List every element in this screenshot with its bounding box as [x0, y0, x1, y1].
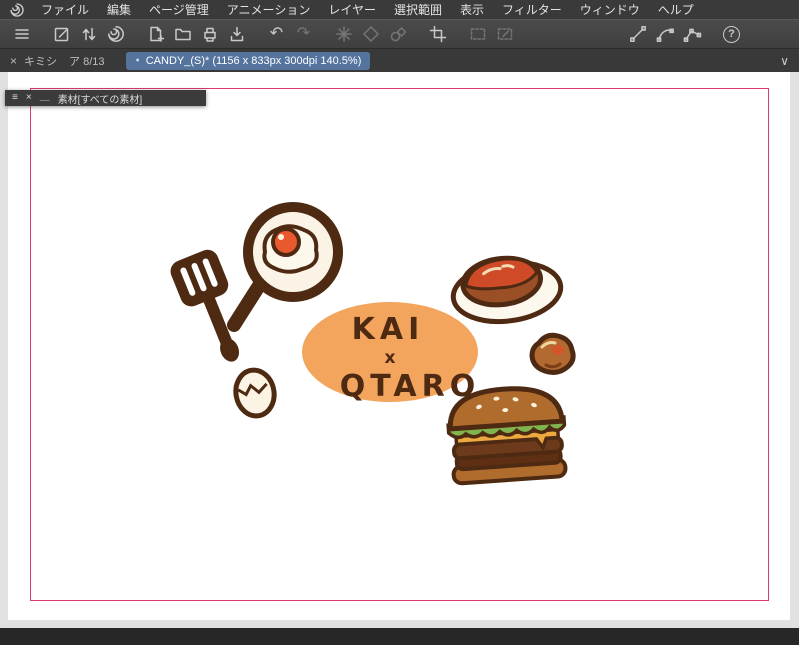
- menu-view[interactable]: 表示: [451, 1, 493, 18]
- crop-marks-icon[interactable]: [424, 22, 451, 46]
- help-icon[interactable]: ?: [718, 22, 745, 46]
- canvas-viewport: ≡ × ＿ 素材[すべての素材] KAI x QTARO: [0, 72, 799, 628]
- document-tab-bar: × キミシ ア 8/13 ● CANDY_(S)* (1156 x 833px …: [0, 49, 799, 72]
- tab-list-chevron-down-icon[interactable]: ∨: [780, 54, 789, 68]
- menu-bar: ファイル 編集 ページ管理 アニメーション レイヤー 選択範囲 表示 フィルター…: [0, 0, 799, 19]
- open-clip-studio-icon[interactable]: [102, 22, 129, 46]
- tab-inactive-label[interactable]: キミシ: [24, 53, 57, 69]
- egg-yolk: [271, 227, 301, 257]
- clip-studio-logo-icon: [8, 2, 26, 18]
- redo-icon: ↷: [296, 25, 311, 42]
- menu-window[interactable]: ウィンドウ: [571, 1, 649, 18]
- edit-in-app-icon[interactable]: [48, 22, 75, 46]
- menu-help[interactable]: ヘルプ: [649, 1, 703, 18]
- selection-pen-icon: [491, 22, 518, 46]
- curve-tool-icon[interactable]: [651, 22, 678, 46]
- menu-filter[interactable]: フィルター: [493, 1, 571, 18]
- tab-close-icon[interactable]: ×: [10, 54, 17, 68]
- tab-active-label: CANDY_(S)* (1156 x 833px 300dpi 140.5%): [145, 54, 362, 67]
- cracked-egg-drawing: [233, 367, 277, 419]
- artwork-title-line2: x: [385, 348, 396, 368]
- panel-menu-icon[interactable]: ≡: [12, 93, 18, 103]
- menu-page-management[interactable]: ページ管理: [140, 1, 218, 18]
- tab-status-dot: ●: [135, 57, 140, 64]
- selection-area-icon: [464, 22, 491, 46]
- menu-animation[interactable]: アニメーション: [218, 1, 320, 18]
- hamburger-drawing: [446, 386, 568, 486]
- export-print-icon[interactable]: [196, 22, 223, 46]
- material-panel-titlebar[interactable]: ≡ × ＿ 素材[すべての素材]: [5, 90, 206, 106]
- panel-close-icon[interactable]: ×: [26, 93, 32, 103]
- line-tool-icon[interactable]: [624, 22, 651, 46]
- tab-page-indicator: ア 8/13: [69, 55, 105, 68]
- switch-app-arrows-icon[interactable]: [75, 22, 102, 46]
- transform-diamond-icon: [357, 22, 384, 46]
- panel-title: 素材[すべての素材]: [57, 94, 143, 106]
- polyline-tool-icon[interactable]: [678, 22, 705, 46]
- steak-drawing: [450, 255, 564, 325]
- artwork-title-line1: KAI: [352, 312, 425, 347]
- new-document-icon[interactable]: [142, 22, 169, 46]
- shapes-icon: [384, 22, 411, 46]
- panel-minimize-icon[interactable]: ＿: [40, 93, 50, 103]
- window-bottom-bar: [0, 628, 799, 645]
- menu-layer[interactable]: レイヤー: [319, 1, 385, 18]
- processing-starburst-icon: [330, 22, 357, 46]
- artwork-title-line3: QTARO: [340, 369, 480, 404]
- undo-icon[interactable]: ↶: [263, 22, 290, 46]
- save-icon[interactable]: [223, 22, 250, 46]
- frying-pan-drawing: [227, 202, 343, 332]
- menu-selection[interactable]: 選択範囲: [385, 1, 451, 18]
- fried-chicken-drawing: [529, 332, 576, 375]
- artwork-illustration: KAI x QTARO: [170, 202, 576, 486]
- menu-file[interactable]: ファイル: [32, 1, 98, 18]
- command-toolbar: ↶ ↷ ?: [0, 19, 799, 49]
- tab-active-candy[interactable]: ● CANDY_(S)* (1156 x 833px 300dpi 140.5%…: [126, 51, 371, 70]
- title-oval: KAI x QTARO: [302, 302, 480, 404]
- open-file-icon[interactable]: [169, 22, 196, 46]
- menu-edit[interactable]: 編集: [98, 1, 140, 18]
- main-menu-icon[interactable]: [8, 22, 35, 46]
